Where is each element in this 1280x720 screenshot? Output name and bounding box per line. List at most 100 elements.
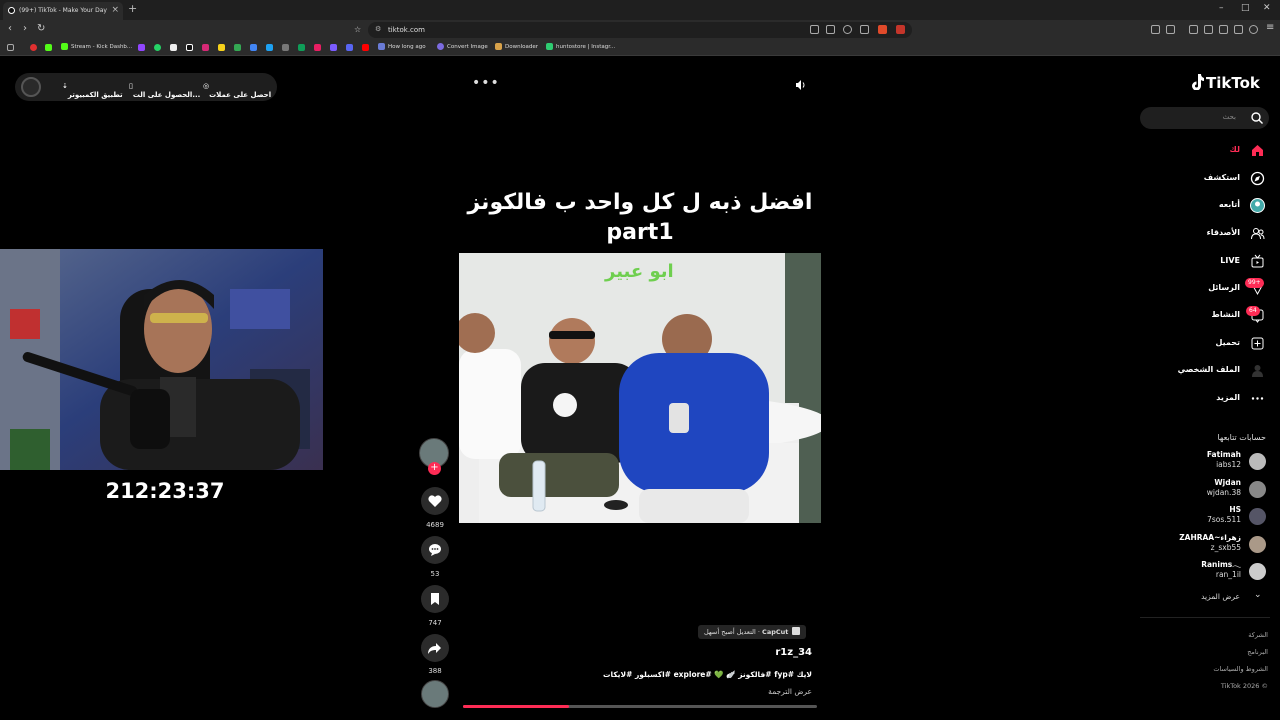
save-button[interactable] bbox=[421, 585, 449, 613]
see-translation-link[interactable]: عرض الترجمة bbox=[700, 687, 812, 696]
follow-plus-icon[interactable]: + bbox=[428, 462, 441, 475]
desktop-app-button[interactable]: ⇣ تطبيق الكمبيوتر bbox=[62, 82, 123, 99]
pink-bookmark-icon[interactable] bbox=[314, 44, 321, 51]
followed-account[interactable]: Wjdan wjdan.38 bbox=[1160, 478, 1241, 498]
footer-terms-link[interactable]: الشروط والسياسات bbox=[1138, 665, 1268, 673]
bookmark-convert-image[interactable]: Convert Image bbox=[437, 43, 488, 50]
instagram-bookmark-icon[interactable] bbox=[202, 44, 209, 51]
sound-disc-icon[interactable] bbox=[421, 680, 449, 708]
video-progress-bar[interactable] bbox=[463, 705, 817, 708]
get-app-button[interactable]: ▯ الحصول على الت... bbox=[129, 82, 200, 99]
followed-account-avatar[interactable] bbox=[1249, 453, 1266, 470]
nav-following[interactable]: أتابعه bbox=[1150, 200, 1240, 209]
volume-icon[interactable] bbox=[794, 79, 806, 91]
close-window-icon[interactable]: ✕ bbox=[1263, 3, 1271, 13]
screenshot-icon[interactable] bbox=[1166, 25, 1175, 34]
like-button[interactable] bbox=[421, 487, 449, 515]
nav-upload[interactable]: تحميل bbox=[1150, 338, 1240, 347]
compass-icon[interactable] bbox=[1250, 171, 1265, 186]
video-player[interactable]: ابو عبير bbox=[459, 253, 821, 523]
vpn-icon[interactable] bbox=[1249, 25, 1258, 34]
snapchat-bookmark-icon[interactable] bbox=[218, 44, 225, 51]
whatsapp-bookmark-icon[interactable] bbox=[154, 44, 161, 51]
following-avatar-icon[interactable] bbox=[1250, 198, 1265, 213]
nav-friends[interactable]: الأصدقاء bbox=[1150, 228, 1240, 237]
live-icon[interactable] bbox=[1250, 254, 1265, 269]
bookmark-kick-stream[interactable]: Stream - Kick Dashb... bbox=[61, 43, 132, 50]
translate-icon[interactable] bbox=[810, 25, 819, 34]
more-icon[interactable] bbox=[1250, 391, 1265, 406]
bookmark-icon[interactable] bbox=[282, 44, 289, 51]
extension-icon[interactable] bbox=[1151, 25, 1160, 34]
wallet-icon[interactable] bbox=[1219, 25, 1228, 34]
friends-icon[interactable] bbox=[1250, 226, 1265, 241]
new-tab-icon[interactable]: + bbox=[128, 2, 137, 15]
s-bookmark-icon[interactable] bbox=[330, 44, 337, 51]
tiktok-logo[interactable]: TikTok bbox=[1190, 74, 1260, 92]
user-avatar[interactable] bbox=[21, 77, 41, 97]
docs-bookmark-icon[interactable] bbox=[250, 44, 257, 51]
bookmark-star-icon[interactable]: ☆ bbox=[354, 25, 361, 34]
nav-activity[interactable]: النشاط bbox=[1150, 310, 1240, 319]
zoom-icon[interactable] bbox=[843, 25, 852, 34]
bookmark-huntostore[interactable]: huntostore | Instagr... bbox=[546, 43, 615, 50]
nav-explore[interactable]: استكشف bbox=[1150, 173, 1240, 182]
brave-shield-icon[interactable] bbox=[878, 25, 887, 34]
profile-icon[interactable] bbox=[1250, 363, 1265, 378]
followed-account-avatar[interactable] bbox=[1249, 481, 1266, 498]
followed-account[interactable]: Ranims𓂃 ran_1il bbox=[1160, 560, 1241, 580]
followed-account[interactable]: HS 7sos.511 bbox=[1160, 505, 1241, 525]
forward-icon[interactable]: › bbox=[23, 23, 27, 34]
nav-messages[interactable]: الرسائل bbox=[1150, 283, 1240, 292]
kick-bookmark-icon[interactable] bbox=[45, 44, 52, 51]
telegram-bookmark-icon[interactable] bbox=[266, 44, 273, 51]
share-button[interactable] bbox=[421, 634, 449, 662]
followed-account-avatar[interactable] bbox=[1249, 536, 1266, 553]
apps-grid-icon[interactable] bbox=[7, 44, 14, 51]
nav-profile[interactable]: الملف الشخصي bbox=[1150, 365, 1240, 374]
footer-program-link[interactable]: البرنامج bbox=[1138, 648, 1268, 656]
followed-account-avatar[interactable] bbox=[1249, 563, 1266, 580]
followed-account[interactable]: Fatimah iabs12 bbox=[1160, 450, 1241, 470]
chevron-down-icon[interactable]: ⌄ bbox=[1254, 590, 1262, 600]
back-icon[interactable]: ‹ bbox=[8, 23, 12, 34]
rewards-icon[interactable] bbox=[896, 25, 905, 34]
search-icon[interactable] bbox=[1250, 111, 1264, 125]
reload-icon[interactable]: ↻ bbox=[37, 23, 45, 34]
tiktok-bookmark-icon[interactable] bbox=[186, 44, 193, 51]
bookmark-how-long-ago[interactable]: How long ago bbox=[378, 43, 426, 50]
site-info-icon[interactable]: ⚙ bbox=[375, 25, 381, 33]
menu-icon[interactable]: ≡ bbox=[1266, 22, 1274, 33]
nav-for-you[interactable]: لك bbox=[1150, 145, 1240, 154]
capcut-tag[interactable]: التعديل أصبح أسهل · CapCut bbox=[698, 625, 807, 639]
more-options-icon[interactable]: ••• bbox=[472, 75, 500, 91]
youtube-studio-bookmark-icon[interactable] bbox=[362, 44, 369, 51]
sidebar-icon[interactable] bbox=[1204, 25, 1213, 34]
leo-icon[interactable] bbox=[1234, 25, 1243, 34]
cast-icon[interactable] bbox=[826, 25, 835, 34]
footer-company-link[interactable]: الشركة bbox=[1138, 631, 1268, 639]
get-coins-button[interactable]: ◎ احصل على عملات bbox=[203, 82, 271, 99]
sheets-bookmark-icon[interactable] bbox=[234, 44, 241, 51]
share-icon[interactable] bbox=[860, 25, 869, 34]
browser-tab[interactable]: (99+) TikTok - Make Your Day × bbox=[3, 2, 123, 20]
followed-account[interactable]: ZAHRAA~زهراء z_sxb55 bbox=[1160, 533, 1241, 553]
x-bookmark-icon[interactable] bbox=[170, 44, 177, 51]
maximize-icon[interactable]: □ bbox=[1241, 3, 1250, 13]
creator-username[interactable]: r1z_34 bbox=[700, 647, 812, 658]
chart-bookmark-icon[interactable] bbox=[298, 44, 305, 51]
minimize-icon[interactable]: – bbox=[1219, 3, 1224, 13]
home-icon[interactable] bbox=[1250, 143, 1265, 158]
upload-icon[interactable] bbox=[1250, 336, 1265, 351]
close-tab-icon[interactable]: × bbox=[111, 5, 119, 15]
comment-button[interactable] bbox=[421, 536, 449, 564]
bookmark-downloader[interactable]: Downloader bbox=[495, 43, 538, 50]
media-icon[interactable] bbox=[1189, 25, 1198, 34]
nav-more[interactable]: المزيد bbox=[1150, 393, 1240, 402]
youtube-bookmark-icon[interactable] bbox=[30, 44, 37, 51]
followed-account-avatar[interactable] bbox=[1249, 508, 1266, 525]
discord-bookmark-icon[interactable] bbox=[346, 44, 353, 51]
twitch-bookmark-icon[interactable] bbox=[138, 44, 145, 51]
nav-live[interactable]: LIVE bbox=[1150, 256, 1240, 265]
see-more-link[interactable]: عرض المزيد bbox=[1180, 592, 1240, 601]
